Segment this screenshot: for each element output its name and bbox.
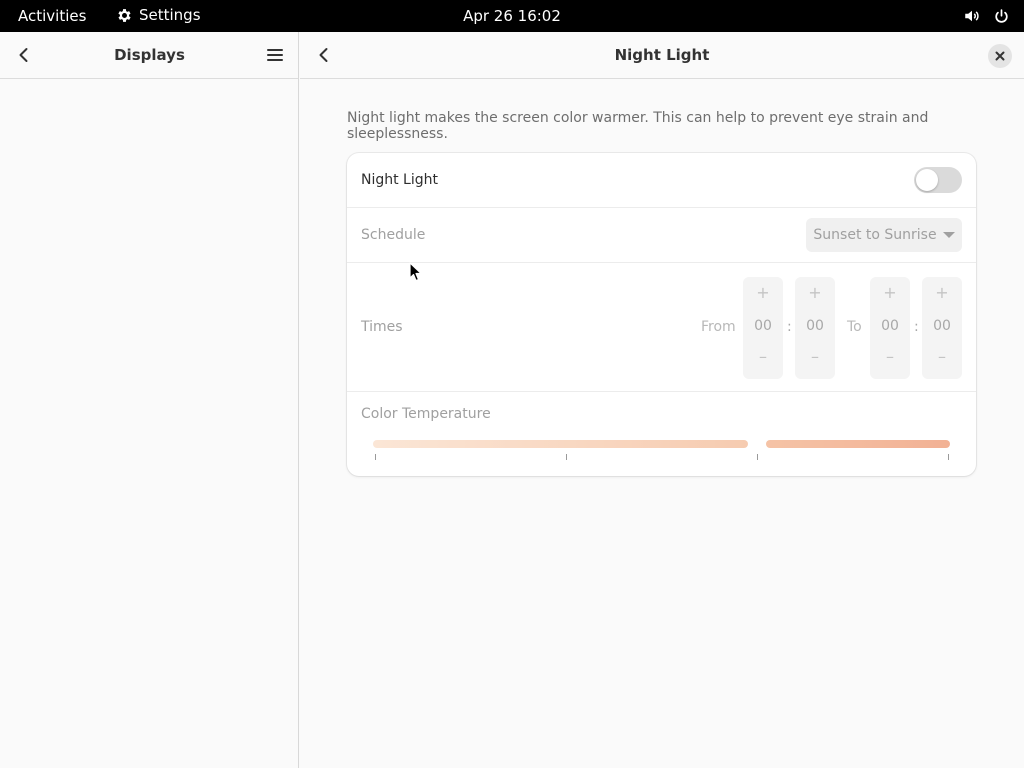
sidebar-header: Displays <box>0 32 298 79</box>
plus-icon[interactable]: + <box>795 283 835 302</box>
chevron-down-icon <box>942 232 955 238</box>
color-temperature-label: Color Temperature <box>361 406 491 422</box>
to-minute-spinner[interactable]: + 00 – <box>922 277 962 379</box>
back-arrow-icon[interactable] <box>314 45 334 65</box>
times-row: Times From + 00 – : + 00 – To + 00 – : + <box>347 263 976 392</box>
schedule-dropdown[interactable]: Sunset to Sunrise <box>806 218 962 252</box>
slider-tick <box>948 454 949 460</box>
schedule-label: Schedule <box>361 227 426 243</box>
schedule-selected: Sunset to Sunrise <box>813 227 937 243</box>
color-temperature-slider-filled[interactable] <box>373 440 748 448</box>
minus-icon[interactable]: – <box>870 347 910 366</box>
from-hour-value[interactable]: 00 <box>743 318 783 334</box>
slider-tick <box>566 454 567 460</box>
to-minute-value[interactable]: 00 <box>922 318 962 334</box>
schedule-row: Schedule Sunset to Sunrise <box>347 208 976 263</box>
app-name: Settings <box>139 6 201 24</box>
night-light-row[interactable]: Night Light <box>347 153 976 208</box>
sidebar-title: Displays <box>114 46 185 64</box>
slider-tick <box>375 454 376 460</box>
top-bar: Activities Settings Apr 26 16:02 <box>0 0 1024 32</box>
hamburger-menu-icon[interactable] <box>266 46 284 64</box>
plus-icon[interactable]: + <box>870 283 910 302</box>
clock[interactable]: Apr 26 16:02 <box>463 7 561 25</box>
plus-icon[interactable]: + <box>922 283 962 302</box>
from-minute-value[interactable]: 00 <box>795 318 835 334</box>
main-panel: Night Light Night light makes the screen… <box>300 32 1024 768</box>
from-minute-spinner[interactable]: + 00 – <box>795 277 835 379</box>
slider-tick <box>757 454 758 460</box>
color-temperature-slider-remaining[interactable] <box>766 440 950 448</box>
to-label: To <box>847 319 862 335</box>
back-arrow-icon[interactable] <box>14 45 34 65</box>
night-light-card: Night Light Schedule Sunset to Sunrise T… <box>347 153 976 476</box>
minus-icon[interactable]: – <box>795 347 835 366</box>
volume-icon <box>965 10 979 22</box>
to-hour-spinner[interactable]: + 00 – <box>870 277 910 379</box>
system-tray[interactable] <box>963 7 1010 25</box>
plus-icon[interactable]: + <box>743 283 783 302</box>
page-title: Night Light <box>614 46 710 64</box>
mouse-cursor-icon <box>409 262 422 282</box>
night-light-toggle[interactable] <box>914 167 962 193</box>
minus-icon[interactable]: – <box>743 347 783 366</box>
toggle-knob <box>916 169 938 191</box>
night-light-label: Night Light <box>361 172 438 188</box>
activities-button[interactable]: Activities <box>18 7 86 25</box>
time-separator: : <box>914 319 919 335</box>
power-icon <box>995 8 1008 23</box>
app-menu[interactable]: Settings <box>116 6 201 24</box>
color-temperature-row: Color Temperature <box>347 392 976 476</box>
times-label: Times <box>361 319 403 335</box>
close-icon <box>995 51 1005 61</box>
minus-icon[interactable]: – <box>922 347 962 366</box>
from-hour-spinner[interactable]: + 00 – <box>743 277 783 379</box>
gear-icon <box>118 8 131 22</box>
time-separator: : <box>787 319 792 335</box>
sidebar: Displays <box>0 32 299 768</box>
from-label: From <box>701 319 736 335</box>
close-button[interactable] <box>988 44 1012 68</box>
to-hour-value[interactable]: 00 <box>870 318 910 334</box>
description: Night light makes the screen color warme… <box>347 110 929 142</box>
main-header: Night Light <box>300 32 1024 79</box>
